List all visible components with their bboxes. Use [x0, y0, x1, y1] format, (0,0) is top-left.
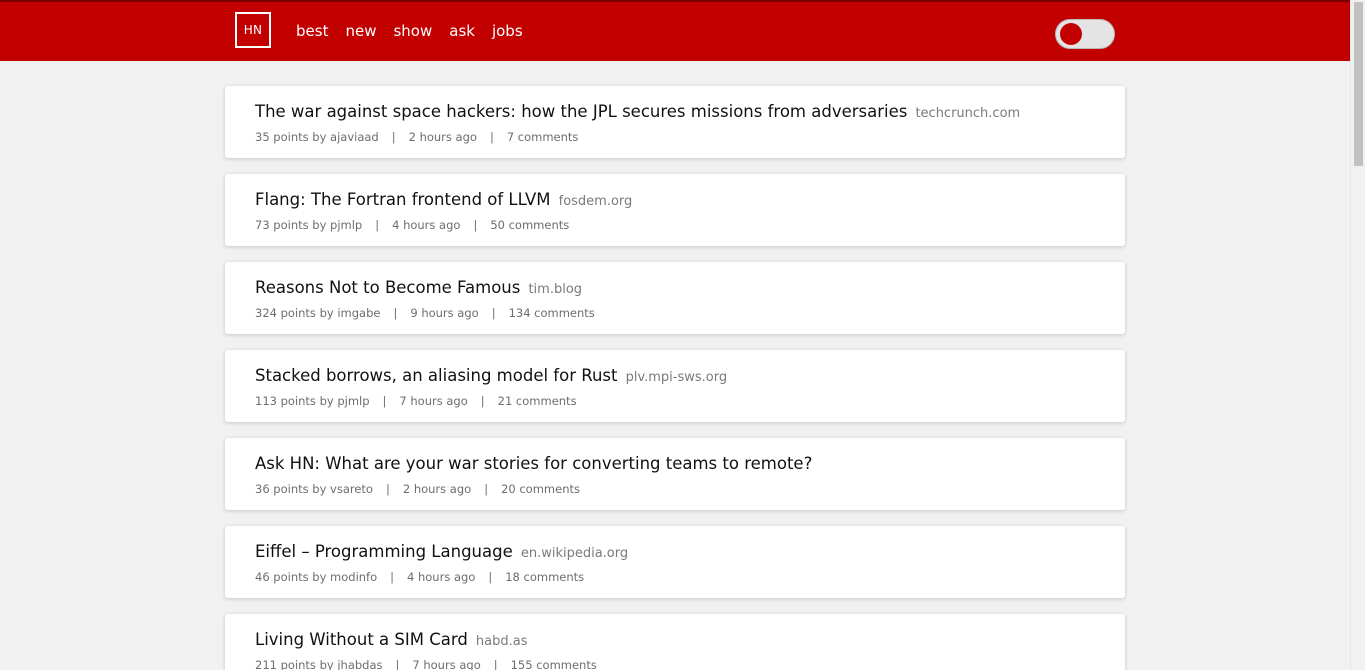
- story-card: Flang: The Fortran frontend of LLVM fosd…: [225, 174, 1125, 246]
- story-title-link[interactable]: The war against space hackers: how the J…: [255, 102, 907, 121]
- story-comments-link[interactable]: 7 comments: [507, 130, 579, 144]
- story-title-link[interactable]: Living Without a SIM Card: [255, 630, 468, 649]
- top-navigation-bar: HN best new show ask jobs: [0, 0, 1350, 61]
- story-time: 9 hours ago: [410, 306, 479, 320]
- story-meta: 46 points by modinfo | 4 hours ago | 18 comm…: [255, 570, 1095, 584]
- story-card: Ask HN: What are your war stories for co…: [225, 438, 1125, 510]
- story-points-author: 46 points by modinfo: [255, 570, 378, 584]
- separator: |: [393, 306, 398, 320]
- story-domain: plv.mpi-sws.org: [625, 370, 728, 385]
- nav-best[interactable]: best: [296, 21, 328, 41]
- story-meta: 113 points by pjmlp | 7 hours ago | 21 comme…: [255, 394, 1095, 408]
- story-card: The war against space hackers: how the J…: [225, 86, 1125, 158]
- separator: |: [390, 570, 395, 584]
- story-comments-link[interactable]: 20 comments: [501, 482, 580, 496]
- main-nav: best new show ask jobs: [296, 21, 540, 41]
- story-domain: en.wikipedia.org: [520, 546, 629, 561]
- story-points-author: 35 points by ajaviaad: [255, 130, 379, 144]
- nav-show[interactable]: show: [393, 21, 432, 41]
- story-points-author: 113 points by pjmlp: [255, 394, 370, 408]
- separator: |: [489, 130, 494, 144]
- theme-toggle[interactable]: [1055, 19, 1115, 49]
- separator: |: [385, 482, 390, 496]
- story-meta: 211 points by jhabdas | 7 hours ago | 155 co…: [255, 658, 1095, 670]
- story-card: Living Without a SIM Card habd.as 211 po…: [225, 614, 1125, 670]
- story-comments-link[interactable]: 134 comments: [509, 306, 595, 320]
- separator: |: [480, 394, 485, 408]
- separator: |: [382, 394, 387, 408]
- separator: |: [484, 482, 489, 496]
- story-comments-link[interactable]: 18 comments: [505, 570, 584, 584]
- story-domain: tim.blog: [528, 282, 583, 297]
- story-title-link[interactable]: Reasons Not to Become Famous: [255, 278, 520, 297]
- story-title-link[interactable]: Stacked borrows, an aliasing model for R…: [255, 366, 617, 385]
- story-meta: 73 points by pjmlp | 4 hours ago | 50 commen…: [255, 218, 1095, 232]
- nav-jobs[interactable]: jobs: [492, 21, 523, 41]
- story-card: Reasons Not to Become Famous tim.blog 32…: [225, 262, 1125, 334]
- story-time: 4 hours ago: [392, 218, 461, 232]
- story-meta: 35 points by ajaviaad | 2 hours ago | 7 comm…: [255, 130, 1095, 144]
- story-time: 2 hours ago: [402, 482, 472, 496]
- story-domain: habd.as: [475, 634, 528, 649]
- story-list: The war against space hackers: how the J…: [225, 86, 1125, 670]
- hn-logo[interactable]: HN: [235, 12, 271, 48]
- toggle-knob: [1060, 23, 1082, 45]
- story-points-author: 324 points by imgabe: [255, 306, 381, 320]
- story-meta: 324 points by imgabe | 9 hours ago | 134 com…: [255, 306, 1095, 320]
- story-card: Stacked borrows, an aliasing model for R…: [225, 350, 1125, 422]
- separator: |: [375, 218, 380, 232]
- story-comments-link[interactable]: 155 comments: [511, 658, 597, 670]
- story-points-author: 36 points by vsareto: [255, 482, 373, 496]
- story-time: 4 hours ago: [407, 570, 476, 584]
- story-card: Eiffel – Programming Language en.wikiped…: [225, 526, 1125, 598]
- story-title-link[interactable]: Flang: The Fortran frontend of LLVM: [255, 190, 551, 209]
- separator: |: [395, 658, 400, 670]
- separator: |: [391, 130, 396, 144]
- separator: |: [491, 306, 496, 320]
- story-domain: fosdem.org: [558, 194, 633, 209]
- nav-new[interactable]: new: [345, 21, 376, 41]
- story-points-author: 73 points by pjmlp: [255, 218, 363, 232]
- separator: |: [493, 658, 498, 670]
- page-scrollbar[interactable]: [1350, 0, 1365, 670]
- story-comments-link[interactable]: 50 comments: [490, 218, 569, 232]
- story-title-link[interactable]: Ask HN: What are your war stories for co…: [255, 454, 812, 473]
- separator: |: [473, 218, 478, 232]
- story-time: 2 hours ago: [408, 130, 477, 144]
- story-points-author: 211 points by jhabdas: [255, 658, 383, 670]
- story-meta: 36 points by vsareto | 2 hours ago | 20 comm…: [255, 482, 1095, 496]
- story-domain: techcrunch.com: [915, 106, 1021, 121]
- story-time: 7 hours ago: [399, 394, 468, 408]
- story-comments-link[interactable]: 21 comments: [498, 394, 577, 408]
- separator: |: [488, 570, 493, 584]
- nav-ask[interactable]: ask: [449, 21, 475, 41]
- story-title-link[interactable]: Eiffel – Programming Language: [255, 542, 513, 561]
- scrollbar-thumb[interactable]: [1354, 2, 1363, 166]
- story-time: 7 hours ago: [412, 658, 481, 670]
